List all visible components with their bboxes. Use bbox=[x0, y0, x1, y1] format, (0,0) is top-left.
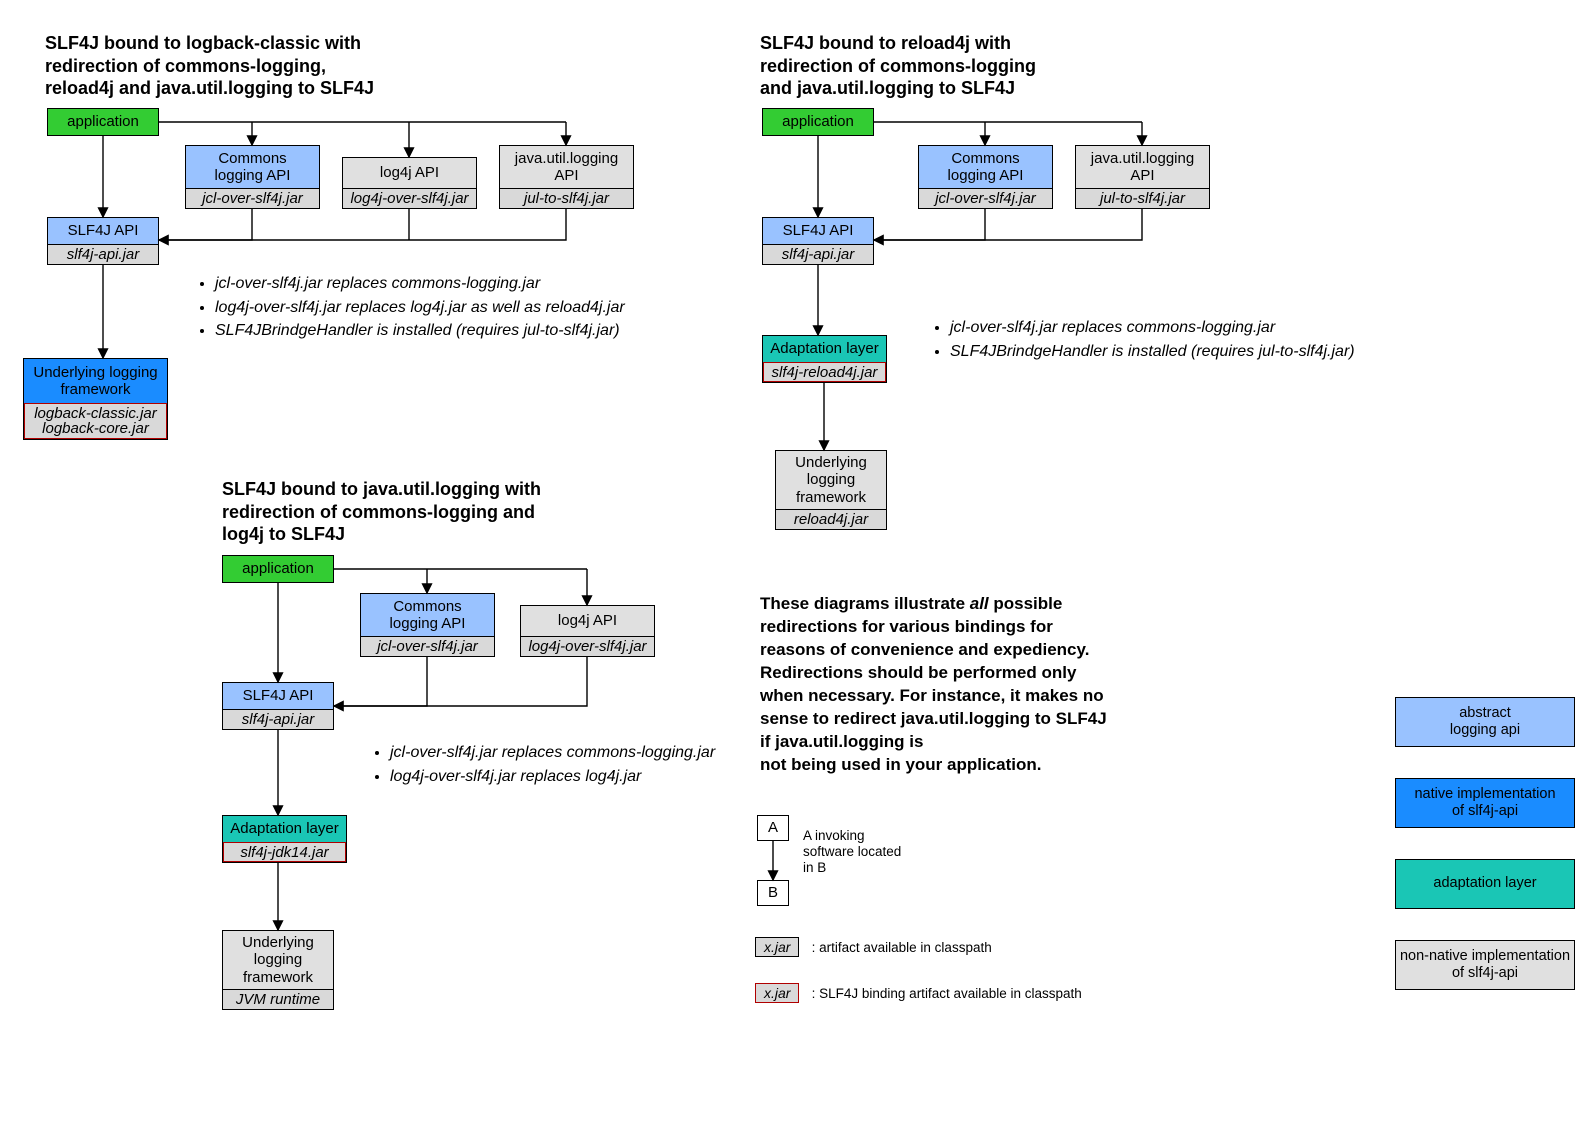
legend-bjar-row: x.jar : SLF4J binding artifact available… bbox=[755, 983, 1082, 1003]
legend-nonnative: non-native implementation of slf4j-api bbox=[1395, 940, 1575, 990]
legend-abstract: abstract logging api bbox=[1395, 697, 1575, 747]
legend-adapt: adaptation layer bbox=[1395, 859, 1575, 909]
legend-native: native implementation of slf4j-api bbox=[1395, 778, 1575, 828]
d3-notes: jcl-over-slf4j.jar replaces commons-logg… bbox=[930, 317, 1588, 364]
legend-AB-text: A invoking software located in B bbox=[803, 828, 963, 877]
legend-jar-row: x.jar : artifact available in classpath bbox=[755, 937, 992, 957]
